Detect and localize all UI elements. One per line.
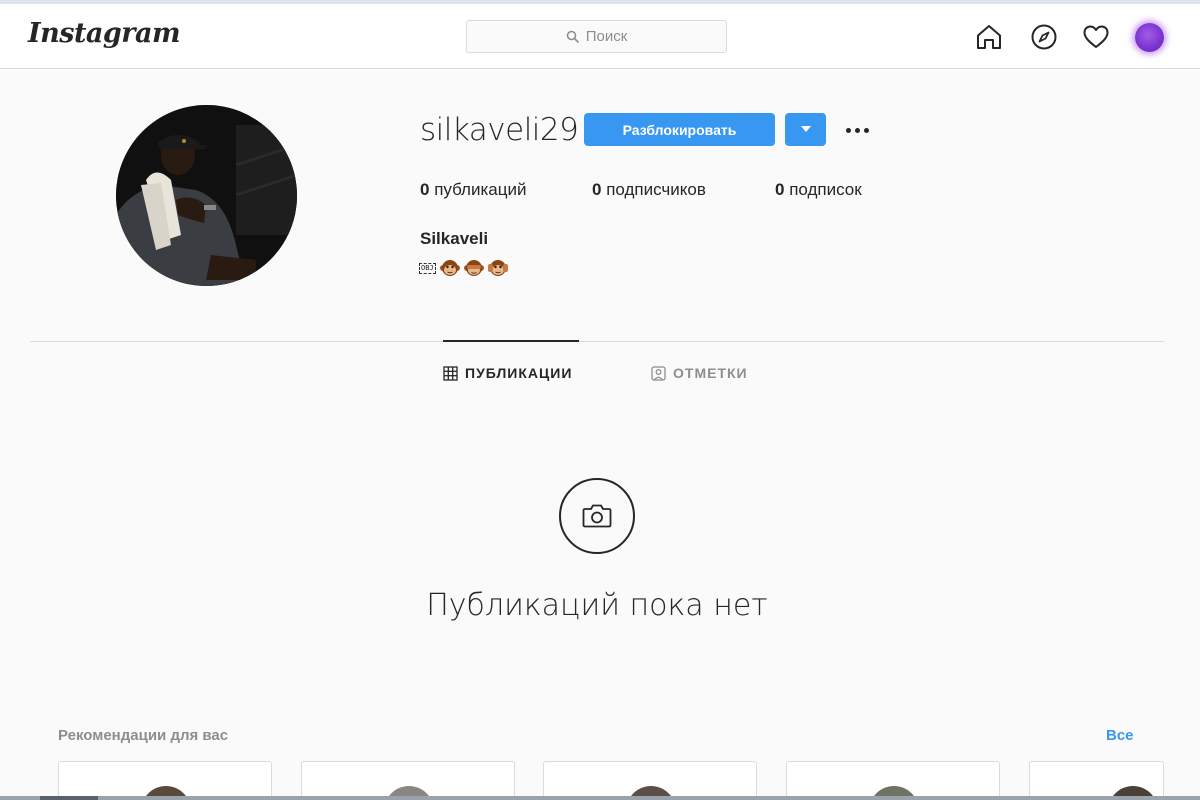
search-placeholder: Поиск — [585, 28, 628, 45]
profile-picture — [116, 105, 297, 286]
see-all-link[interactable]: Все — [1106, 727, 1134, 744]
obj-placeholder-glyph: OBJ — [419, 262, 436, 274]
suggestions-dropdown-button[interactable] — [785, 113, 826, 146]
followers-stat[interactable]: 0 подписчиков — [592, 180, 706, 200]
window-bottom-border — [0, 796, 1200, 800]
recommendation-card[interactable] — [301, 761, 515, 800]
profile-full-name: Silkaveli — [420, 229, 489, 248]
window-bottom-tab — [40, 796, 98, 800]
search-icon — [566, 30, 579, 43]
more-dot-icon — [845, 127, 851, 133]
profile-bio: OBJ — [419, 257, 509, 279]
more-options-button[interactable] — [842, 118, 872, 142]
heart-icon[interactable] — [1082, 23, 1110, 51]
recommendation-card[interactable] — [58, 761, 272, 800]
caret-down-icon — [800, 126, 811, 132]
tab-tagged-label: ОТМЕТКИ — [673, 365, 748, 381]
more-dot-icon — [854, 127, 860, 133]
tab-publications-label: ПУБЛИКАЦИИ — [465, 365, 573, 381]
tag-person-icon — [651, 365, 666, 381]
followers-label: подписчиков — [601, 180, 706, 199]
profile-username: silkaveli29 — [420, 112, 579, 148]
posts-label: публикаций — [429, 180, 527, 199]
see-no-evil-monkey-icon — [463, 260, 484, 276]
recommendations-title: Рекомендации для вас — [58, 727, 229, 744]
search-input[interactable]: Поиск — [466, 20, 727, 53]
recommendation-card[interactable] — [786, 761, 1000, 800]
hear-no-evil-monkey-icon — [487, 260, 508, 276]
tabs-divider — [30, 341, 1164, 342]
home-icon[interactable] — [975, 23, 1003, 51]
more-dot-icon — [863, 127, 869, 133]
grid-icon — [443, 365, 458, 381]
explore-icon[interactable] — [1030, 23, 1058, 51]
following-label: подписок — [784, 180, 862, 199]
active-tab-indicator — [443, 340, 579, 342]
following-stat[interactable]: 0 подписок — [775, 180, 862, 200]
empty-state-camera — [559, 478, 635, 554]
tab-publications[interactable]: ПУБЛИКАЦИИ — [443, 365, 572, 381]
instagram-logo[interactable]: Instagram — [28, 18, 181, 49]
unblock-button[interactable]: Разблокировать — [584, 113, 775, 146]
profile-avatar-button[interactable] — [1135, 23, 1164, 52]
monkey-icon — [439, 260, 460, 276]
posts-count-stat: 0 публикаций — [420, 180, 526, 200]
tab-tagged[interactable]: ОТМЕТКИ — [651, 365, 748, 381]
empty-state-text: Публикаций пока нет — [426, 588, 768, 623]
camera-icon — [582, 504, 612, 528]
recommendation-card[interactable] — [1029, 761, 1164, 800]
top-navbar: Instagram Поиск — [0, 4, 1200, 69]
recommendation-card[interactable] — [543, 761, 757, 800]
